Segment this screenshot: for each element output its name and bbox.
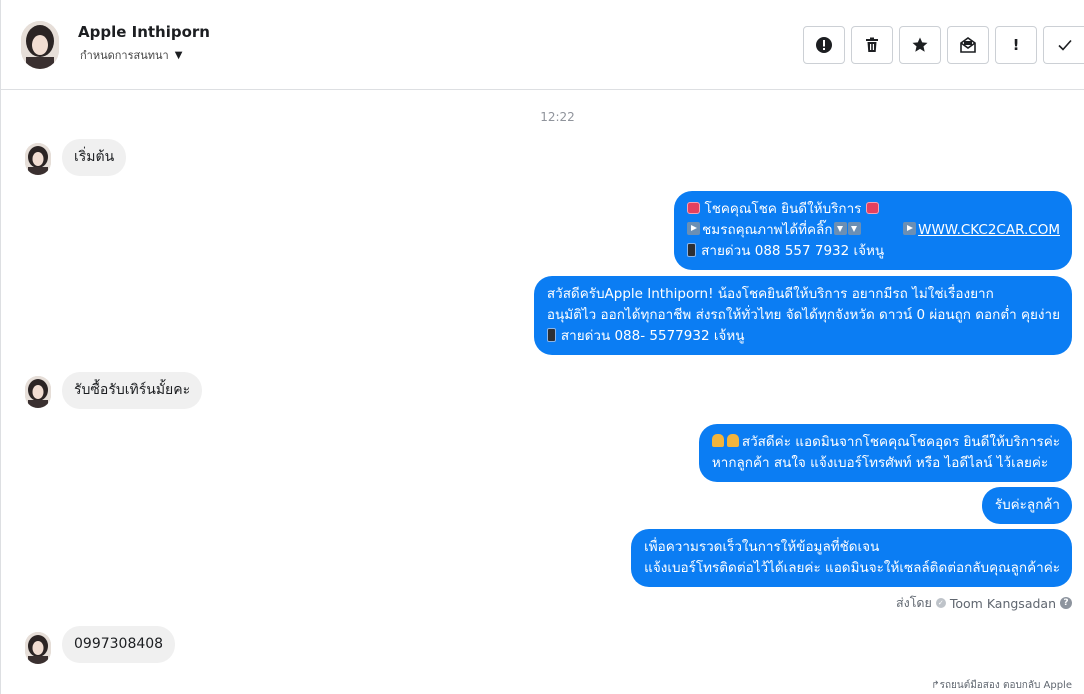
outgoing-message[interactable]: รับค่ะลูกค้า [981, 487, 1072, 524]
outgoing-message[interactable]: โชคคุณโชค ยินดีให้บริการ ชมรถคุณภาพได้ที… [674, 191, 1072, 270]
conversation-toolbar: ! [803, 26, 1084, 64]
avatar-photo [25, 376, 51, 408]
message-text: สายด่วน 088- 5577932 เจ้หนู [560, 328, 745, 344]
down-arrow-emoji-icon [847, 222, 861, 235]
delete-button[interactable] [851, 26, 893, 64]
sender-avatar[interactable] [25, 143, 51, 175]
play-button-emoji-icon [903, 222, 917, 235]
red-box-emoji-icon [865, 202, 879, 214]
check-icon [1057, 39, 1072, 51]
report-button[interactable] [803, 26, 845, 64]
conversation-header: Apple Inthiporn กำหนดการสนทนา ▼ ! [1, 0, 1084, 90]
sent-by-label: ส่งโดย [895, 595, 932, 610]
message-text: อนุมัติไว ออกได้ทุกอาชีพ ส่งรถให้ทั่วไทย… [546, 307, 1060, 323]
avatar-photo [25, 632, 51, 664]
reply-status-text: รถยนต์มือสอง ตอบกลับ Apple [939, 680, 1072, 691]
message-text: ชมรถคุณภาพได้ที่คลิ๊ก [702, 222, 833, 238]
message-text: แจ้งเบอร์โทรติดต่อไว้ได้เลยค่ะ แอดมินจะใ… [644, 560, 1060, 576]
avatar-photo [25, 143, 51, 175]
message-timestamp: 12:22 [540, 110, 575, 124]
verified-check-icon: ✓ [935, 598, 946, 608]
incoming-message[interactable]: 0997308408 [62, 626, 176, 663]
envelope-icon [960, 37, 976, 53]
avatar-photo [21, 21, 59, 69]
reply-status-note: ↱รถยนต์มือสอง ตอบกลับ Apple [931, 678, 1072, 693]
mobile-phone-emoji-icon [687, 243, 697, 257]
caret-down-icon: ▼ [174, 49, 183, 61]
conversation-view: Apple Inthiporn กำหนดการสนทนา ▼ ! 12:22 … [0, 0, 1084, 694]
mobile-phone-emoji-icon [546, 328, 556, 342]
priority-button[interactable]: ! [995, 26, 1037, 64]
incoming-message[interactable]: รับซื้อรับเทิร์นมั้ยคะ [62, 372, 203, 409]
message-line: สายด่วน 088- 5577932 เจ้หนู [546, 326, 1060, 347]
star-icon [912, 37, 928, 52]
message-line: สายด่วน 088 557 7932 เจ้หนู [687, 241, 1060, 262]
message-line: ชมรถคุณภาพได้ที่คลิ๊ก WWW.CKC2CAR.COM [687, 220, 1060, 241]
play-button-emoji-icon [687, 222, 701, 235]
mark-unread-button[interactable] [947, 26, 989, 64]
message-text: รับค่ะลูกค้า [994, 497, 1060, 513]
message-text: สายด่วน 088 557 7932 เจ้หนู [701, 243, 885, 259]
outgoing-message[interactable]: เพื่อความรวดเร็วในการให้ข้อมูลที่ชัดเจน … [631, 529, 1072, 587]
sent-by-name[interactable]: Toom Kangsadan [950, 596, 1056, 611]
trash-icon [866, 37, 878, 52]
incoming-message[interactable]: เริ่มต้น [62, 139, 127, 176]
alert-circle-icon [816, 37, 832, 53]
message-line: โชคคุณโชค ยินดีให้บริการ [687, 199, 1060, 220]
folded-hands-emoji-icon [711, 434, 724, 447]
done-button[interactable] [1043, 26, 1084, 64]
sender-avatar[interactable] [25, 632, 51, 664]
website-link[interactable]: WWW.CKC2CAR.COM [918, 222, 1060, 238]
contact-avatar[interactable] [21, 21, 59, 69]
message-text: หากลูกค้า สนใจ แจ้งเบอร์โทรศัพท์ หรือ ไอ… [711, 455, 1049, 471]
exclamation-icon: ! [1012, 36, 1020, 54]
help-icon[interactable]: ? [1060, 597, 1072, 609]
folded-hands-emoji-icon [726, 434, 739, 447]
message-text: สวัสดีครับApple Inthiporn! น้องโชคยินดีใ… [546, 286, 994, 302]
message-text: โชคคุณโชค ยินดีให้บริการ [704, 201, 862, 217]
reply-arrow-icon: ↱ [931, 680, 940, 691]
sent-by-info: ส่งโดย ✓ Toom Kangsadan ? [896, 593, 1072, 613]
conversation-settings-label: กำหนดการสนทนา [80, 49, 169, 62]
down-arrow-emoji-icon [833, 222, 847, 235]
outgoing-message[interactable]: สวัสดีค่ะ แอดมินจากโชคคุณโชคอุดร ยินดีให… [698, 424, 1072, 482]
message-text: สวัสดีค่ะ แอดมินจากโชคคุณโชคอุดร ยินดีให… [741, 434, 1060, 450]
conversation-settings-dropdown[interactable]: กำหนดการสนทนา ▼ [80, 46, 182, 64]
message-text: เพื่อความรวดเร็วในการให้ข้อมูลที่ชัดเจน [644, 539, 880, 555]
contact-name[interactable]: Apple Inthiporn [78, 23, 210, 41]
sender-avatar[interactable] [25, 376, 51, 408]
message-line: สวัสดีค่ะ แอดมินจากโชคคุณโชคอุดร ยินดีให… [711, 432, 1060, 453]
red-box-emoji-icon [687, 202, 701, 214]
outgoing-message[interactable]: สวัสดีครับApple Inthiporn! น้องโชคยินดีใ… [533, 276, 1072, 355]
star-button[interactable] [899, 26, 941, 64]
